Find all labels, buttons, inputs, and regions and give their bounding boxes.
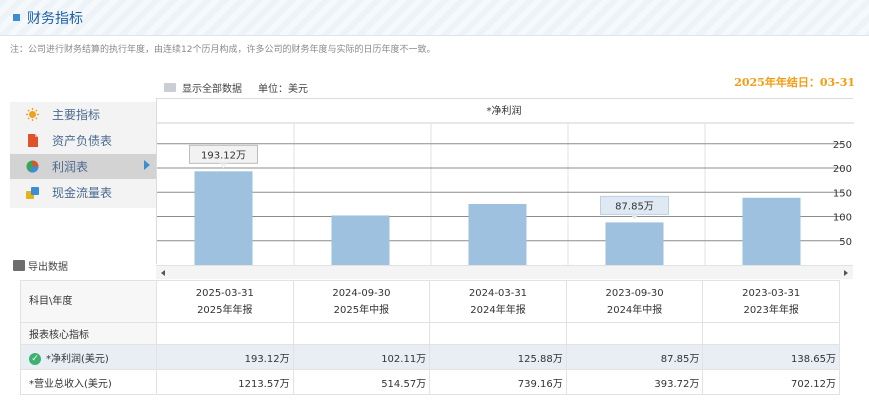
period-column-header: 2023-03-31 2023年年报	[702, 280, 840, 323]
y-tick-label: 50	[839, 237, 852, 248]
period-date: 2023-09-30	[605, 287, 664, 299]
title-bullet-icon	[13, 14, 20, 21]
empty-cell	[156, 322, 294, 345]
period-report: 2023年年报	[743, 304, 799, 316]
y-tick-label: 150	[833, 188, 852, 199]
value-cell: 1213.57万	[156, 369, 294, 395]
sidebar-item-label: 资产负债表	[52, 134, 113, 148]
net-profit-chart: 50 100 150 200 250 *净利润 193.12万 87.85万	[156, 98, 854, 265]
row-label: ✓ *净利润(美元)	[20, 344, 157, 370]
report-sidebar: 主要指标 资产负债表 利润表 现金流量表	[10, 102, 156, 208]
period-date: 2025-03-31	[195, 287, 254, 299]
chart-canvas: 50 100 150 200 250 *净利润 193.12万 87.85万	[157, 104, 854, 265]
chart-title: *净利润	[487, 104, 522, 117]
export-icon	[13, 260, 25, 271]
value-cell: 514.57万	[292, 369, 431, 395]
period-column-header: 2023-09-30 2024年中报	[565, 280, 704, 323]
bar-2024-09-30	[331, 215, 390, 265]
document-icon	[28, 134, 38, 147]
empty-cell	[565, 322, 704, 345]
row-label: *营业总收入(美元)	[20, 369, 157, 395]
money-bag-icon	[26, 187, 39, 199]
value-cell: 102.11万	[292, 344, 431, 370]
row-label-text: *净利润(美元)	[46, 353, 109, 365]
bar-2024-03-31	[468, 203, 527, 265]
unit-label: 单位：美元	[258, 84, 308, 95]
period-report: 2025年中报	[333, 304, 390, 316]
show-all-checkbox-icon[interactable]	[164, 83, 176, 92]
period-column-header: 2024-03-31 2024年年报	[429, 280, 567, 323]
empty-cell	[429, 322, 567, 345]
scroll-left-icon[interactable]	[161, 270, 165, 276]
y-tick-label: 250	[833, 140, 852, 151]
export-data-label: 导出数据	[28, 262, 68, 273]
chart-horizontal-scrollbar[interactable]	[156, 265, 853, 279]
value-cell: 393.72万	[565, 369, 704, 395]
sidebar-item-balance-sheet[interactable]: 资产负债表	[10, 128, 156, 153]
period-date: 2023-03-31	[742, 287, 801, 299]
period-report: 2024年年报	[470, 304, 526, 316]
value-cell: 138.65万	[702, 344, 840, 370]
value-cell: 193.12万	[156, 344, 294, 370]
financial-data-table: 科目\年度 2025-03-31 2025年年报 2024-09-30 2025年中…	[20, 280, 840, 395]
value-callout-label: 193.12万	[201, 150, 246, 161]
period-date: 2024-03-31	[468, 287, 528, 299]
scroll-right-icon[interactable]	[844, 270, 848, 276]
sidebar-item-label: 利润表	[52, 160, 89, 174]
table-row-net-profit[interactable]: ✓ *净利润(美元) 193.12万 102.11万 125.88万 87.85万…	[20, 344, 840, 370]
empty-cell	[702, 322, 840, 345]
active-arrow-icon	[144, 160, 150, 170]
pie-chart-icon	[26, 160, 39, 173]
value-callout-label: 87.85万	[615, 201, 654, 212]
table-header-row: 科目\年度 2025-03-31 2025年年报 2024-09-30 2025年中…	[20, 280, 840, 323]
fiscal-year-end-label: 2025年年结日：03-31	[734, 76, 855, 89]
section-label: 报表核心指标	[20, 322, 157, 345]
bar-2023-09-30	[605, 222, 664, 265]
sidebar-item-label: 主要指标	[52, 108, 101, 122]
title-bar: 财务指标	[0, 0, 869, 36]
y-tick-label: 200	[833, 164, 852, 175]
value-cell: 739.16万	[429, 369, 567, 395]
sidebar-item-label: 现金流量表	[52, 186, 113, 200]
sidebar-item-income-statement[interactable]: 利润表	[10, 154, 156, 179]
period-column-header: 2024-09-30 2025年中报	[292, 280, 431, 323]
sidebar-item-key-indicators[interactable]: 主要指标	[10, 102, 156, 127]
table-row-total-revenue[interactable]: *营业总收入(美元) 1213.57万 514.57万 739.16万 393.…	[20, 369, 840, 395]
period-report: 2024年中报	[606, 304, 663, 316]
sidebar-item-cash-flow[interactable]: 现金流量表	[10, 180, 156, 205]
table-section-row: 报表核心指标	[20, 322, 840, 345]
table-corner-header: 科目\年度	[20, 280, 157, 323]
fiscal-year-note: 注：公司进行财务结算的执行年度，由连续12个历月构成，许多公司的财务年度与实际的…	[10, 45, 436, 55]
bar-2025-03-31	[194, 171, 253, 265]
period-column-header: 2025-03-31 2025年年报	[156, 280, 294, 323]
page-title: 财务指标	[27, 11, 83, 27]
bar-2023-03-31	[742, 197, 801, 265]
period-date: 2024-09-30	[332, 287, 391, 299]
sun-icon	[26, 108, 39, 121]
value-cell: 702.12万	[702, 369, 840, 395]
period-report: 2025年年报	[197, 304, 253, 316]
show-all-data-toggle[interactable]: 显示全部数据	[182, 80, 242, 95]
value-cell: 125.88万	[429, 344, 567, 370]
checkmark-icon: ✓	[29, 352, 41, 365]
value-cell: 87.85万	[565, 344, 704, 370]
empty-cell	[292, 322, 431, 345]
y-tick-label: 100	[833, 213, 852, 224]
